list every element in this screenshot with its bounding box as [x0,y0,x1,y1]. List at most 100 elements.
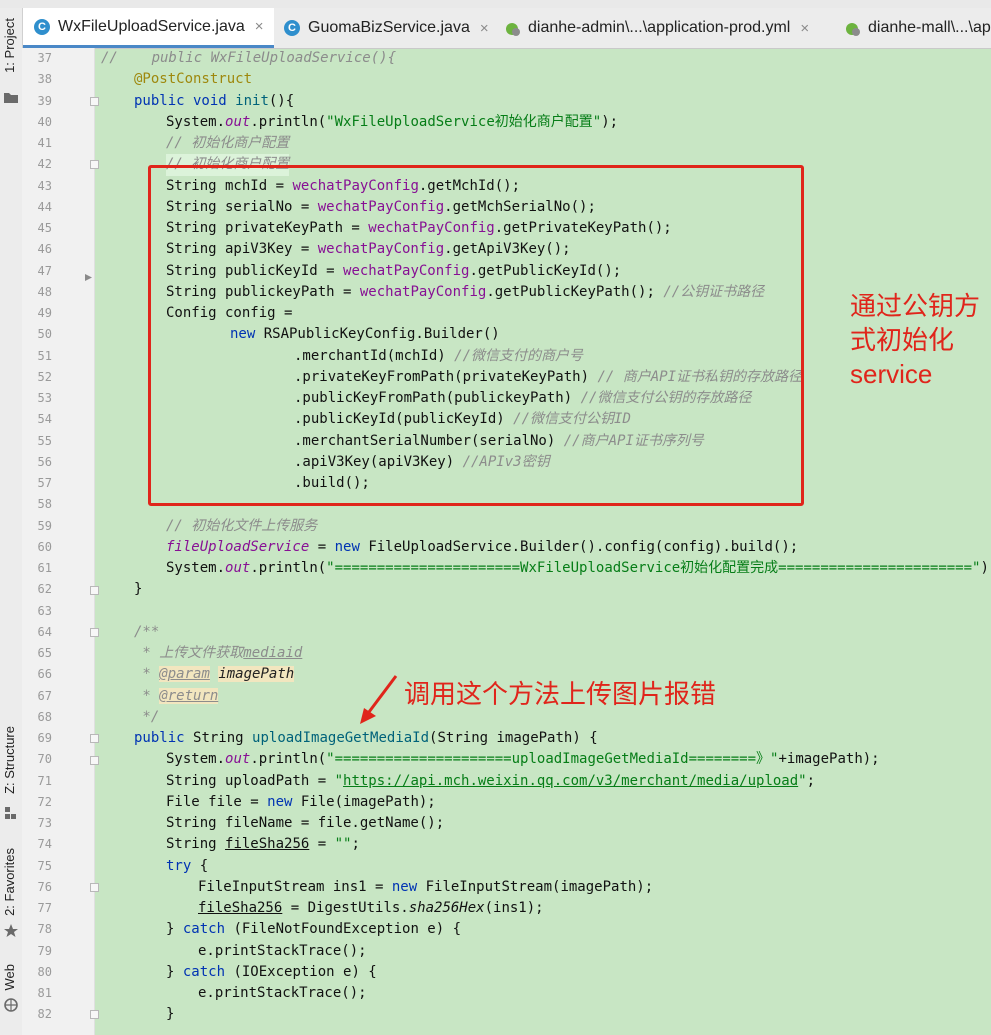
line-number: 67 [37,688,52,703]
string-literal: " [334,772,344,789]
static-method: sha256Hex [408,900,485,916]
code-line-80: } catch (IOException e) { [166,962,377,983]
code-line-69: public String uploadImageGetMediaId(Stri… [134,728,598,749]
code-text: { [199,857,209,874]
comment: // 初始化商户配置 [166,135,290,151]
line-number: 60 [37,539,52,554]
structure-icon [5,807,16,819]
code-text: .println( [250,560,327,576]
tab-label: dianhe-admin\...\application-prod.yml [528,19,791,36]
code-text: } [166,1006,175,1023]
string-literal: "WxFileUploadService初始化商户配置" [326,113,602,130]
note-line: 通过公钥方 [850,291,981,321]
line-number: 69 [37,731,52,745]
tab-application-prod-yml[interactable]: dianhe-admin\...\application-prod.yml × [496,8,836,48]
static-field: out [225,113,251,130]
code-line-40: System.out.println("WxFileUploadService初… [166,112,618,133]
code-text: } [134,581,143,598]
line-number: 71 [37,773,52,788]
close-icon[interactable]: × [480,20,489,37]
code-line-71: String uploadPath = "https://api.mch.wei… [166,771,815,792]
arrow-annotation-note: 调用这个方法上传图片报错 [404,679,717,709]
code-line-60: fileUploadService = new FileUploadServic… [166,537,798,558]
note-line: 式初始化 [850,325,955,355]
line-number: 47 [37,263,52,278]
line-number: 49 [37,306,52,320]
code-text: .println( [250,751,327,768]
code-line-75: try { [166,856,208,877]
line-number: 50 [37,327,52,342]
line-number: 38 [37,72,52,87]
code-line-74: String fileSha256 = ""; [166,834,360,855]
keyword: new [334,538,369,555]
code-line-76: FileInputStream ins1 = new FileInputStre… [198,877,653,898]
structure-tool-button[interactable]: Z: Structure [2,726,17,794]
static-field: out [225,560,251,576]
code-line-41: // 初始化商户配置 [166,133,289,154]
keyword: public void [134,92,236,109]
favorites-tool-button[interactable]: 2: Favorites [2,848,17,916]
line-number: 74 [37,837,52,852]
line-number: 77 [37,901,52,915]
code-text: = DigestUtils. [282,900,409,916]
line-number: 42 [37,157,52,172]
line-number: 82 [37,1007,52,1022]
keyword: catch [182,963,234,980]
tab-label: dianhe-mall\...\ap [868,19,991,36]
line-number: 54 [37,412,52,427]
highlight-box [148,165,804,506]
line-number: 61 [37,561,52,575]
doc-comment: * [134,687,160,704]
line-number: 48 [37,284,52,299]
code-text: File(imagePath); [300,793,436,810]
code-line-61: System.out.println("====================… [166,558,991,579]
code-text: ); [980,560,991,576]
project-tool-button[interactable]: 1: Project [2,18,17,73]
box-annotation-note: 通过公钥方 式初始化 service [850,289,980,391]
code-line-66: * @param imagePath [134,664,295,685]
code-line-39: public void init(){ [134,91,294,112]
line-number: 64 [37,624,52,639]
annotation: @PostConstruct [134,71,253,88]
code-line-81: e.printStackTrace(); [198,983,367,1004]
method-name: init [235,92,269,109]
keyword: try [166,857,200,874]
line-number: 72 [37,794,52,809]
keyword: public [134,730,194,746]
close-icon[interactable]: × [255,18,264,35]
tab-wxfileuploadservice[interactable]: C WxFileUploadService.java × [22,8,274,48]
keyword: new [267,793,301,810]
line-number: 65 [37,646,52,660]
tab-guomabizservice[interactable]: C GuomaBizService.java × [274,8,496,48]
doc-comment: mediaid [243,645,303,661]
line-number: 62 [37,582,52,597]
code-text: (){ [268,92,295,109]
run-gutter-icon[interactable] [84,273,93,282]
web-tool-button[interactable]: Web [2,964,17,991]
line-number: 51 [37,348,52,363]
code-text: File file = [166,793,268,810]
doc-comment: */ [134,708,160,725]
close-icon[interactable]: × [800,20,809,37]
line-number: 59 [37,518,52,533]
code-line-59: // 初始化文件上传服务 [166,516,317,537]
code-text: ; [806,772,816,789]
line-number: 43 [37,178,52,193]
line-number: 58 [37,497,52,512]
line-number: 46 [37,242,52,257]
line-number: 39 [37,93,52,108]
code-text: String [166,836,226,853]
code-text: } [166,921,183,938]
code-text: FileUploadService.Builder().config(confi… [368,538,799,555]
code-text: e.printStackTrace(); [198,985,367,1001]
code-text: (ins1); [484,900,544,916]
variable: fileSha256 [198,900,283,916]
javadoc-tag: @param [159,666,210,683]
doc-comment: * [134,666,160,683]
line-number: 45 [37,221,52,235]
tab-dianhe-mall[interactable]: dianhe-mall\...\ap [836,8,991,48]
url-link[interactable]: https://api.mch.weixin.qq.com/v3/merchan… [343,773,798,789]
comment: // 初始化文件上传服务 [166,517,318,534]
code-text: ); [601,113,619,130]
code-text: e.printStackTrace(); [198,942,367,959]
